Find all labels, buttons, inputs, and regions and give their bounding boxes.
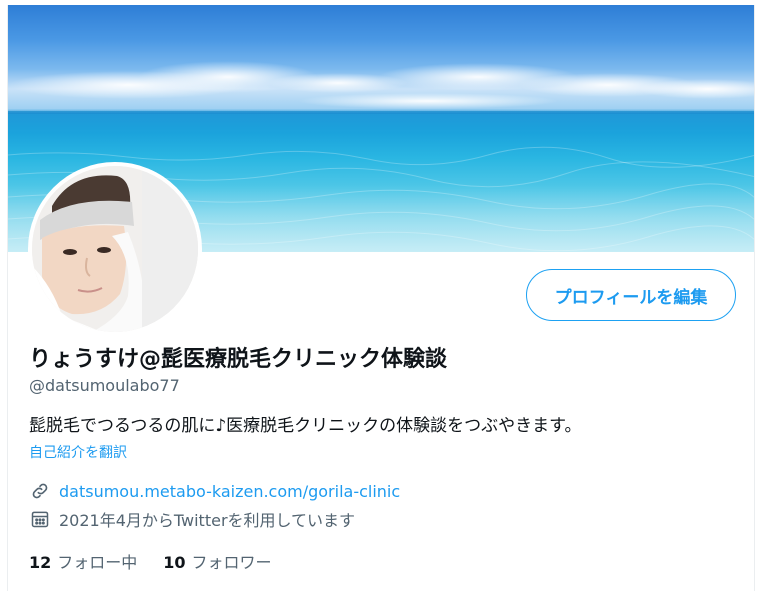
followers-count: 10	[163, 553, 186, 572]
display-name: りょうすけ@髭医療脱毛クリニック体験談	[29, 347, 448, 372]
calendar-icon	[29, 508, 51, 530]
following-count: 12	[29, 553, 52, 572]
username-handle: @datsumoulabo77	[29, 376, 180, 395]
avatar[interactable]	[28, 162, 202, 336]
following-label: フォロー中	[57, 553, 138, 572]
avatar-image	[32, 166, 198, 332]
website-link[interactable]: datsumou.metabo-kaizen.com/gorila-clinic	[59, 482, 400, 501]
profile-bio: 髭脱毛でつるつるの肌に♪医療脱毛クリニックの体験談をつぶやきます。	[29, 416, 582, 436]
following-link[interactable]: 12 フォロー中	[29, 549, 137, 573]
edit-profile-button[interactable]: プロフィールを編集	[526, 269, 736, 321]
link-icon	[29, 480, 51, 502]
joined-date-row: 2021年4月からTwitterを利用しています	[29, 508, 355, 530]
profile-page: プロフィールを編集 りょうすけ@髭医療脱毛クリニック体験談 @datsumoul…	[7, 5, 755, 591]
joined-date: 2021年4月からTwitterを利用しています	[59, 511, 356, 530]
followers-label: フォロワー	[191, 553, 272, 572]
translate-bio-link[interactable]: 自己紹介を翻訳	[29, 442, 127, 462]
website-row: datsumou.metabo-kaizen.com/gorila-clinic	[29, 480, 400, 502]
follow-stats: 12 フォロー中 10 フォロワー	[29, 549, 298, 573]
followers-link[interactable]: 10 フォロワー	[163, 549, 271, 573]
